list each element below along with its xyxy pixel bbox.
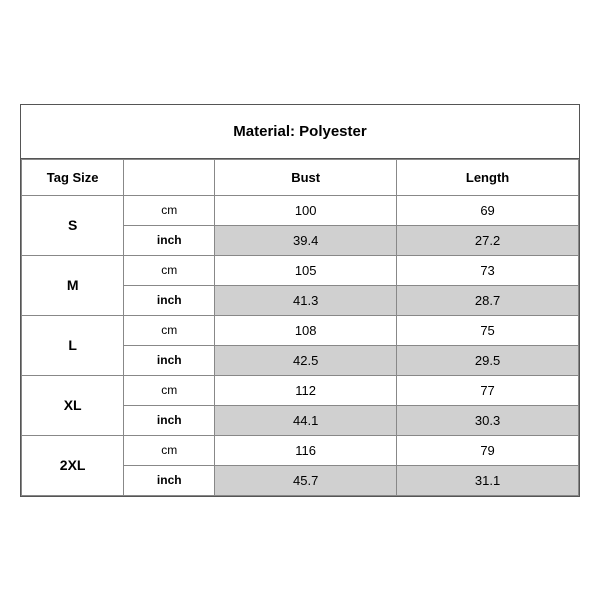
bust-cm-cell: 105: [215, 255, 397, 285]
unit-cm-cell: cm: [124, 375, 215, 405]
length-inch-cell: 29.5: [397, 345, 579, 375]
length-inch-cell: 27.2: [397, 225, 579, 255]
table-body: Scm10069inch39.427.2Mcm10573inch41.328.7…: [22, 195, 579, 495]
unit-cm-cell: cm: [124, 435, 215, 465]
unit-cm-cell: cm: [124, 255, 215, 285]
length-cm-cell: 77: [397, 375, 579, 405]
table-row: Mcm10573: [22, 255, 579, 285]
unit-inch-cell: inch: [124, 345, 215, 375]
bust-cm-cell: 112: [215, 375, 397, 405]
size-table: Tag Size Bust Length Scm10069inch39.427.…: [21, 159, 579, 496]
tag-size-cell: M: [22, 255, 124, 315]
bust-cm-cell: 116: [215, 435, 397, 465]
table-row: Lcm10875: [22, 315, 579, 345]
bust-inch-cell: 39.4: [215, 225, 397, 255]
header-unit-empty: [124, 159, 215, 195]
table-row: XLcm11277: [22, 375, 579, 405]
unit-inch-cell: inch: [124, 285, 215, 315]
unit-cm-cell: cm: [124, 195, 215, 225]
header-length: Length: [397, 159, 579, 195]
tag-size-cell: XL: [22, 375, 124, 435]
tag-size-cell: S: [22, 195, 124, 255]
tag-size-cell: L: [22, 315, 124, 375]
length-cm-cell: 69: [397, 195, 579, 225]
unit-inch-cell: inch: [124, 405, 215, 435]
length-inch-cell: 28.7: [397, 285, 579, 315]
length-inch-cell: 31.1: [397, 465, 579, 495]
header-tag-size: Tag Size: [22, 159, 124, 195]
table-header-row: Tag Size Bust Length: [22, 159, 579, 195]
unit-inch-cell: inch: [124, 225, 215, 255]
length-cm-cell: 75: [397, 315, 579, 345]
length-inch-cell: 30.3: [397, 405, 579, 435]
length-cm-cell: 79: [397, 435, 579, 465]
bust-cm-cell: 100: [215, 195, 397, 225]
length-cm-cell: 73: [397, 255, 579, 285]
chart-title: Material: Polyester: [21, 105, 579, 159]
bust-inch-cell: 45.7: [215, 465, 397, 495]
bust-cm-cell: 108: [215, 315, 397, 345]
unit-inch-cell: inch: [124, 465, 215, 495]
bust-inch-cell: 42.5: [215, 345, 397, 375]
size-chart-container: Material: Polyester Tag Size Bust Length…: [20, 104, 580, 497]
bust-inch-cell: 41.3: [215, 285, 397, 315]
bust-inch-cell: 44.1: [215, 405, 397, 435]
table-row: 2XLcm11679: [22, 435, 579, 465]
tag-size-cell: 2XL: [22, 435, 124, 495]
table-row: Scm10069: [22, 195, 579, 225]
header-bust: Bust: [215, 159, 397, 195]
unit-cm-cell: cm: [124, 315, 215, 345]
